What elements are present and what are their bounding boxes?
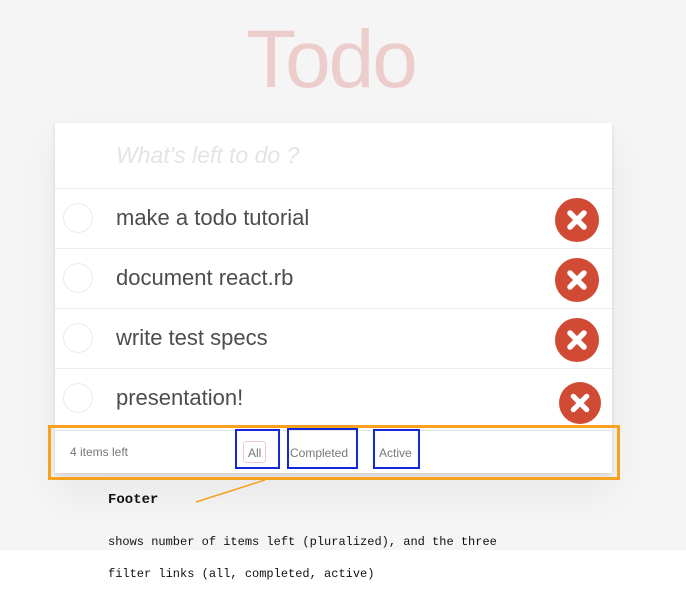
annotation-description-line: shows number of items left (pluralized),… (108, 535, 497, 549)
annotation-description-line: filter links (all, completed, active) (108, 567, 375, 581)
annotation-title: Footer (108, 492, 159, 508)
annotation-leader-line (195, 479, 266, 503)
